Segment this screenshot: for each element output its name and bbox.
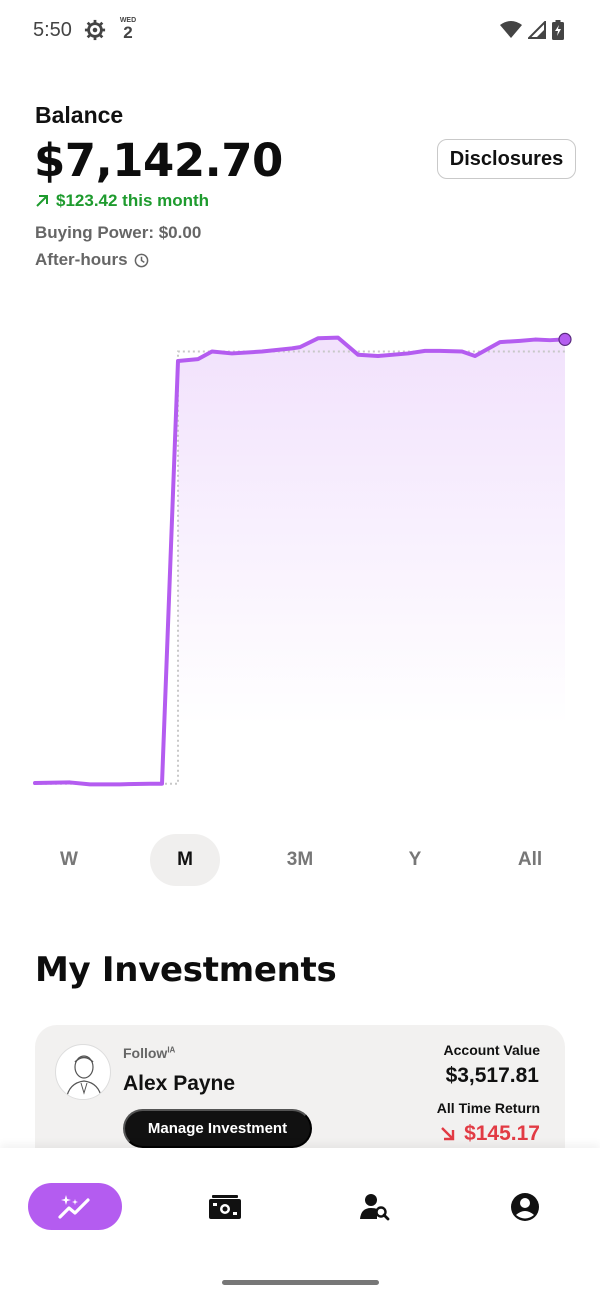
account-value-label: Account Value [443, 1042, 540, 1058]
balance-value: $7,142.70 [34, 134, 283, 187]
nav-account[interactable] [495, 1183, 555, 1230]
arrow-down-right-icon [441, 1127, 455, 1141]
account-value: $3,517.81 [445, 1064, 539, 1087]
follow-text: Follow [123, 1045, 168, 1061]
nav-cash[interactable] [195, 1183, 255, 1230]
account-circle-icon [511, 1192, 539, 1221]
signal-icon [528, 21, 546, 39]
follow-label: FollowIA [123, 1045, 175, 1061]
after-hours-indicator[interactable]: After-hours [35, 250, 149, 270]
sparkle-chart-icon [58, 1194, 90, 1219]
monthly-change-text: $123.42 this month [56, 191, 210, 210]
nav-portfolio[interactable] [28, 1183, 122, 1230]
status-time: 5:50 [33, 19, 72, 41]
calendar-icon: WED 2 [118, 17, 138, 43]
clock-icon [134, 253, 148, 267]
nav-discover[interactable] [345, 1183, 405, 1230]
wifi-icon [500, 21, 522, 38]
range-tab-w[interactable]: W [34, 834, 104, 886]
buying-power: Buying Power: $0.00 [35, 223, 202, 242]
investments-title: My Investments [35, 950, 337, 990]
chart-end-point [558, 332, 572, 346]
calendar-date: 2 [123, 23, 133, 42]
cash-icon [209, 1194, 241, 1219]
range-tab-m[interactable]: M [150, 834, 220, 886]
bottom-navigation [0, 1148, 600, 1300]
advisor-avatar [55, 1044, 111, 1100]
status-bar: 5:50 WED 2 [0, 0, 600, 60]
chart-area-fill [178, 337, 565, 725]
status-icons [500, 18, 564, 42]
after-hours-label: After-hours [35, 250, 128, 269]
range-tabs: W M 3M Y All [0, 834, 600, 886]
home-indicator[interactable] [222, 1280, 379, 1285]
all-time-return-label: All Time Return [436, 1100, 540, 1116]
person-search-icon [360, 1193, 390, 1220]
range-tab-y[interactable]: Y [380, 834, 450, 886]
battery-charging-icon [552, 20, 564, 40]
balance-chart[interactable] [0, 300, 600, 820]
advisor-portrait-icon [65, 1055, 103, 1099]
all-time-return-value: $145.17 [464, 1122, 540, 1145]
disclosures-button[interactable]: Disclosures [437, 139, 576, 179]
follow-superscript: IA [167, 1045, 176, 1055]
advisor-name: Alex Payne [123, 1072, 236, 1095]
gear-icon [84, 19, 106, 41]
arrow-up-right-icon [36, 195, 48, 207]
all-time-return: $145.17 [440, 1122, 540, 1146]
balance-label: Balance [35, 102, 124, 128]
manage-investment-button[interactable]: Manage Investment [123, 1109, 312, 1148]
monthly-change: $123.42 this month [35, 191, 209, 211]
range-tab-3m[interactable]: 3M [265, 834, 335, 886]
range-tab-all[interactable]: All [495, 834, 565, 886]
